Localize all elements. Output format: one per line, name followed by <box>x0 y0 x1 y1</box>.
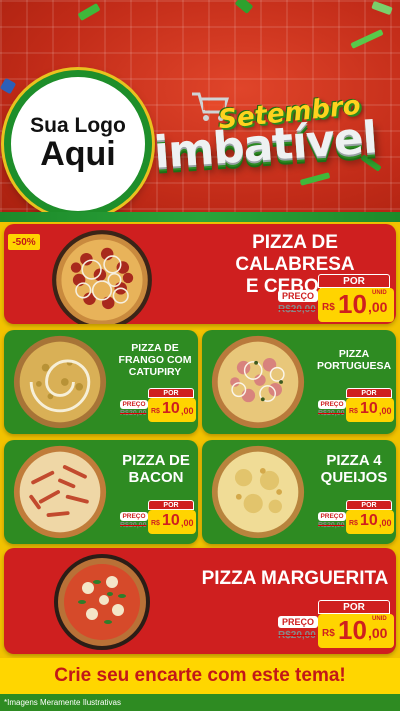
currency-label: R$ <box>151 520 160 527</box>
product-card-calabresa[interactable]: PIZZA DE CALABRESA E CEBOLA POR PREÇO R$… <box>4 224 396 324</box>
por-label: POR <box>318 600 390 614</box>
product-card-marguerita[interactable]: PIZZA MARGUERITA POR PREÇO R$20,00 R$ 10… <box>4 548 396 654</box>
price-tag: POR PREÇO R$20,00 R$ 10 ,00 <box>318 388 394 424</box>
currency-label: R$ <box>151 408 160 415</box>
preco-label: PREÇO <box>278 290 318 302</box>
price-integer: 10 <box>338 289 367 319</box>
price-decimal: ,00 <box>368 625 388 641</box>
header-banner: Sua Logo Aqui Setembro imbatível <box>0 0 400 222</box>
currency-label: R$ <box>322 628 335 639</box>
old-price: R$20,00 <box>120 410 147 417</box>
price-tag: POR PREÇO R$20,00 R$ 10 ,00 <box>318 500 394 536</box>
product-name-line2: QUEIJOS <box>320 469 388 487</box>
old-price: R$20,00 <box>318 410 345 417</box>
product-name-line1: PIZZA 4 <box>326 452 382 469</box>
discount-badge: -50% <box>8 234 40 250</box>
product-card-bacon[interactable]: PIZZA DE BACON POR PREÇO R$20,00 R$ 10 ,… <box>4 440 198 544</box>
current-price: R$ 10 ,00 UNID <box>318 288 394 322</box>
currency-label: R$ <box>349 408 358 415</box>
unid-label: UNID <box>372 616 387 622</box>
product-name-line1: PIZZA <box>338 348 370 360</box>
old-price: R$20,00 <box>278 304 316 315</box>
price-decimal: ,00 <box>181 518 194 528</box>
logo-text-line2: Aqui <box>40 135 116 174</box>
preco-label: PREÇO <box>120 400 148 409</box>
product-name-line1: PIZZA MARGUERITA <box>201 568 389 589</box>
current-price: R$ 10 ,00 <box>148 398 196 422</box>
por-label: POR <box>148 388 194 398</box>
currency-label: R$ <box>349 520 358 527</box>
confetti-decoration <box>234 0 254 14</box>
price-tag: POR PREÇO R$20,00 R$ 10 ,00 <box>120 388 196 424</box>
price-tag: POR PREÇO R$20,00 R$ 10 ,00 UNID <box>278 600 394 650</box>
price-decimal: ,00 <box>379 518 392 528</box>
por-label: POR <box>148 500 194 510</box>
product-card-portuguesa[interactable]: PIZZA PORTUGUESA POR PREÇO R$20,00 R$ 10… <box>202 330 396 434</box>
confetti-decoration <box>371 0 393 16</box>
price-decimal: ,00 <box>368 299 388 315</box>
product-name: PIZZA DE BACON <box>116 452 196 487</box>
product-card-frango[interactable]: PIZZA DE FRANGO COM CATUPIRY POR PREÇO R… <box>4 330 198 434</box>
price-integer: 10 <box>360 400 378 417</box>
campaign-title: Setembro imbatível <box>152 84 400 194</box>
price-tag: POR PREÇO R$20,00 R$ 10 ,00 <box>120 500 196 536</box>
current-price: R$ 10 ,00 <box>346 510 394 534</box>
price-decimal: ,00 <box>379 406 392 416</box>
confetti-decoration <box>77 3 101 21</box>
current-price: R$ 10 ,00 <box>346 398 394 422</box>
unid-label: UNID <box>372 290 387 296</box>
logo-text-line1: Sua Logo <box>30 114 126 138</box>
preco-label: PREÇO <box>318 512 346 521</box>
product-name-line2: FRANGO COM <box>118 354 192 367</box>
currency-label: R$ <box>322 302 335 313</box>
por-label: POR <box>346 388 392 398</box>
footer-cta-bar: Crie seu encarte com este tema! <box>0 658 400 694</box>
pizza-marguerita-image <box>52 552 152 652</box>
product-name-line2: PORTUGUESA <box>316 360 392 373</box>
header-divider <box>0 212 400 222</box>
preco-label: PREÇO <box>318 400 346 409</box>
logo-placeholder: Sua Logo Aqui <box>4 70 152 218</box>
price-decimal: ,00 <box>181 406 194 416</box>
current-price: R$ 10 ,00 <box>148 510 196 534</box>
preco-label: PREÇO <box>120 512 148 521</box>
pizza-calabresa-image <box>50 228 154 324</box>
disclaimer-text: *Imagens Meramente Ilustrativas <box>0 694 400 711</box>
por-label: POR <box>318 274 390 288</box>
product-name-line1: PIZZA DE <box>131 342 179 354</box>
product-name: PIZZA MARGUERITA <box>200 568 390 590</box>
product-card-4-queijos[interactable]: PIZZA 4 QUEIJOS POR PREÇO R$20,00 R$ 10 … <box>202 440 396 544</box>
product-name: PIZZA 4 QUEIJOS <box>314 452 394 487</box>
por-label: POR <box>346 500 392 510</box>
current-price: R$ 10 ,00 UNID <box>318 614 394 648</box>
product-name-line2: BACON <box>128 469 184 487</box>
preco-label: PREÇO <box>278 616 318 628</box>
confetti-decoration <box>0 77 17 95</box>
product-name: PIZZA PORTUGUESA <box>314 348 394 372</box>
pizza-frango-image <box>12 334 108 430</box>
price-integer: 10 <box>162 400 180 417</box>
old-price: R$20,00 <box>278 630 316 641</box>
campaign-word-imbativel: imbatível <box>152 112 379 179</box>
footer-cta-text: Crie seu encarte com este tema! <box>54 665 346 686</box>
price-tag: POR PREÇO R$20,00 R$ 10 ,00 UNID <box>278 274 394 324</box>
product-name-line3: CATUPIRY <box>128 366 182 379</box>
confetti-decoration <box>350 29 384 49</box>
pizza-portuguesa-image <box>210 334 306 430</box>
product-name: PIZZA DE FRANGO COM CATUPIRY <box>114 342 196 378</box>
pizza-bacon-image <box>12 444 108 540</box>
price-integer: 10 <box>338 615 367 645</box>
product-name-line1: PIZZA DE <box>122 452 190 469</box>
price-integer: 10 <box>162 512 180 529</box>
old-price: R$20,00 <box>318 522 345 529</box>
pizza-4-queijos-image <box>210 444 306 540</box>
product-name-line1: PIZZA DE CALABRESA <box>235 232 355 275</box>
price-integer: 10 <box>360 512 378 529</box>
old-price: R$20,00 <box>120 522 147 529</box>
